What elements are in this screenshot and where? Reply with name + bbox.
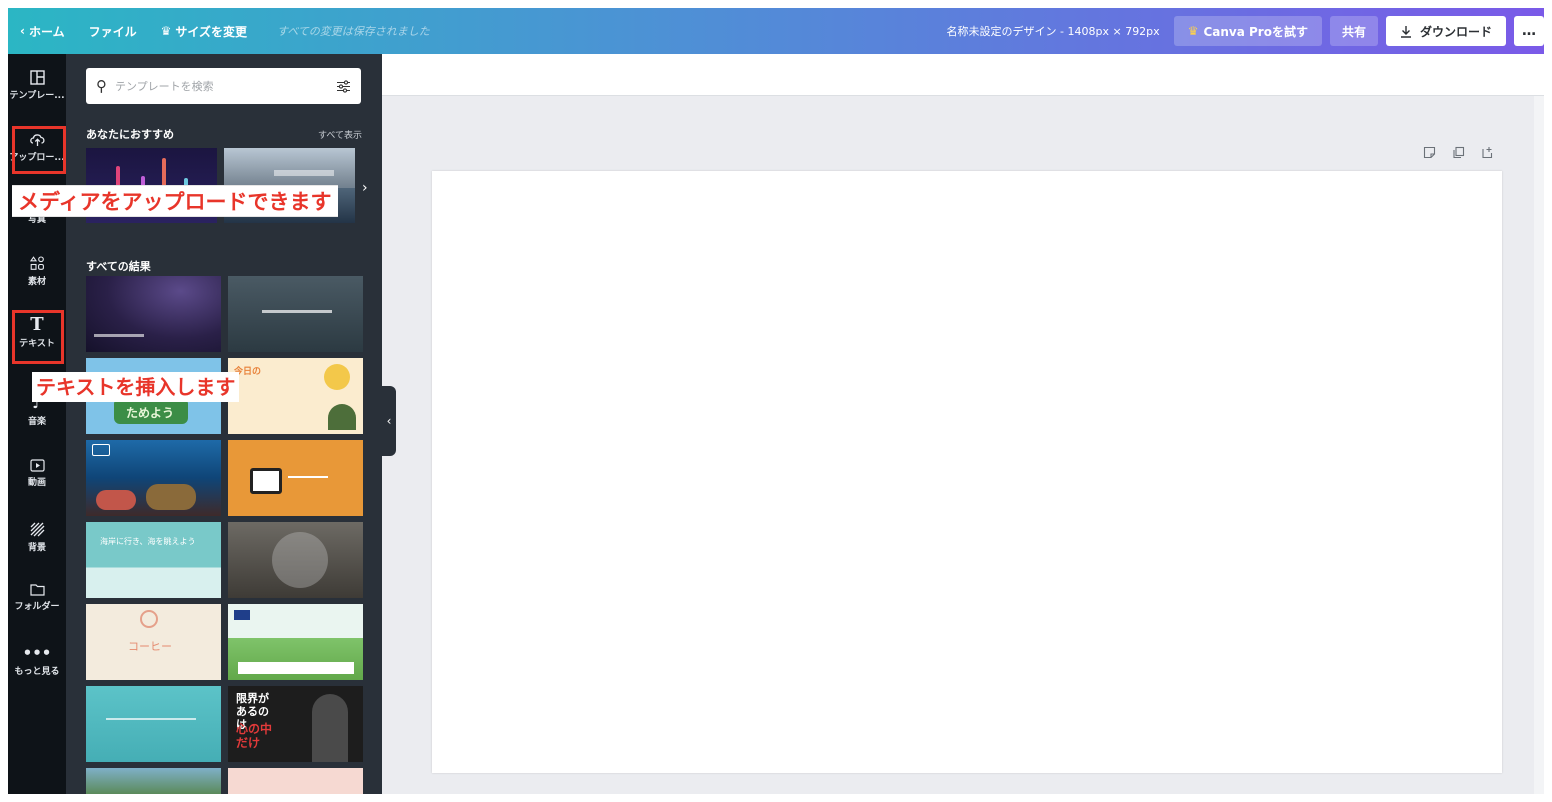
chevron-left-icon: ‹ — [20, 24, 25, 38]
result-template-14[interactable] — [228, 768, 363, 794]
crown-icon: ♛ — [1187, 24, 1199, 38]
elements-icon — [29, 255, 44, 270]
rail-item-video[interactable]: 動画 — [8, 446, 66, 500]
video-icon — [29, 458, 45, 472]
result-template-6[interactable] — [228, 440, 363, 516]
result-template-12[interactable]: 限界が あるのは 心の中 だけ — [228, 686, 363, 762]
all-results-title: すべての結果 — [86, 260, 151, 273]
design-page[interactable] — [432, 171, 1502, 773]
result-template-2[interactable] — [228, 276, 363, 352]
save-status: すべての変更は保存されました — [277, 25, 430, 38]
template-icon — [29, 69, 45, 85]
templates-panel: ⚲ あなたにおすすめ すべて表示 › すべての結果 ためよう — [66, 54, 382, 794]
background-icon — [30, 522, 44, 536]
resize-button[interactable]: ♛ サイズを変更 — [149, 23, 259, 40]
result-template-8[interactable] — [228, 522, 363, 598]
chevron-left-icon: ‹ — [386, 414, 392, 428]
result-template-7[interactable]: 海岸に行き、海を眺えよう — [86, 522, 221, 598]
try-pro-label: Canva Proを試す — [1203, 24, 1308, 39]
download-button[interactable]: ダウンロード — [1385, 16, 1506, 46]
add-page-icon[interactable] — [1481, 146, 1494, 159]
rail-item-background[interactable]: 背景 — [8, 510, 66, 564]
folder-icon — [29, 583, 45, 596]
result-template-11[interactable] — [86, 686, 221, 762]
file-menu[interactable]: ファイル — [77, 23, 149, 40]
note-icon[interactable] — [1423, 146, 1436, 159]
resize-label: サイズを変更 — [175, 24, 248, 39]
text-highlight-box — [12, 310, 64, 364]
design-title[interactable]: 名称未設定のデザイン - 1408px × 792px — [947, 23, 1174, 39]
result-template-9[interactable]: コーヒー — [86, 604, 221, 680]
collapse-panel-button[interactable]: ‹ — [382, 386, 396, 456]
duplicate-page-icon[interactable] — [1452, 146, 1465, 159]
recommended-title: あなたにおすすめ — [86, 128, 174, 141]
rail-item-elements[interactable]: 素材 — [8, 244, 66, 298]
see-all-link[interactable]: すべて表示 — [318, 128, 362, 141]
rail-label: 素材 — [27, 276, 46, 287]
home-label: ホーム — [28, 24, 65, 39]
upload-highlight-box — [12, 126, 66, 174]
rail-label: もっと見る — [14, 667, 60, 677]
canvas-scrollbar[interactable] — [1534, 96, 1544, 794]
template-search-box[interactable]: ⚲ — [86, 68, 361, 104]
download-icon — [1400, 25, 1411, 38]
thumb-caption: 海岸に行き、海を眺えよう — [100, 537, 196, 546]
file-label: ファイル — [88, 24, 137, 39]
rail-label: 音楽 — [27, 417, 46, 427]
thumb-caption: 心の中 だけ — [236, 722, 273, 750]
download-label: ダウンロード — [1419, 24, 1492, 39]
result-template-5[interactable] — [86, 440, 221, 516]
rail-label: 背景 — [27, 542, 46, 553]
crown-icon: ♛ — [160, 24, 172, 38]
more-icon: ••• — [22, 644, 52, 662]
rail-label: テンプレー... — [9, 90, 65, 101]
result-template-4[interactable]: 今日の — [228, 358, 363, 434]
chevron-right-icon[interactable]: › — [362, 180, 368, 196]
rail-label: 動画 — [27, 477, 46, 488]
upload-annotation: メディアをアップロードできます — [12, 185, 338, 217]
more-options-button[interactable]: … — [1514, 16, 1544, 46]
thumb-caption: コーヒー — [128, 640, 172, 653]
rail-label: フォルダー — [14, 601, 60, 612]
search-icon: ⚲ — [96, 77, 107, 95]
rail-item-templates[interactable]: テンプレー... — [8, 58, 66, 112]
share-button[interactable]: 共有 — [1329, 16, 1378, 46]
canvas-toolbar — [382, 54, 1544, 96]
rail-item-folders[interactable]: フォルダー — [8, 570, 66, 624]
result-template-1[interactable] — [86, 276, 221, 352]
home-button[interactable]: ‹ ホーム — [8, 23, 77, 40]
try-pro-button[interactable]: ♛ Canva Proを試す — [1173, 16, 1322, 46]
more-icon: … — [1522, 23, 1536, 39]
result-template-10[interactable] — [228, 604, 363, 680]
text-annotation: テキストを挿入します — [32, 372, 240, 402]
filter-icon[interactable] — [336, 79, 351, 93]
canva-editor: ‹ ホーム ファイル ♛ サイズを変更 すべての変更は保存されました 名称未設定… — [8, 8, 1544, 794]
result-template-13[interactable] — [86, 768, 221, 794]
rail-item-more[interactable]: ••• もっと見る — [8, 634, 66, 688]
thumb-caption: ためよう — [126, 406, 175, 420]
template-search-input[interactable] — [115, 79, 328, 93]
share-label: 共有 — [1341, 24, 1366, 39]
canvas-area — [382, 54, 1544, 794]
top-bar: ‹ ホーム ファイル ♛ サイズを変更 すべての変更は保存されました 名称未設定… — [8, 8, 1544, 54]
page-actions — [1423, 146, 1494, 159]
